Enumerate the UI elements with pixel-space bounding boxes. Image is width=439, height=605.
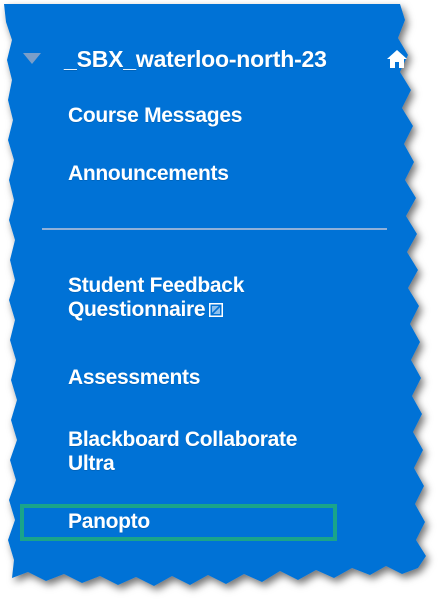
menu-item-student-feedback-questionnaire[interactable]: Student Feedback Questionnaire: [68, 274, 244, 322]
menu-item-announcements[interactable]: Announcements: [68, 162, 229, 186]
menu-item-assessments[interactable]: Assessments: [68, 366, 200, 390]
menu-item-label-line2: Questionnaire: [68, 298, 206, 321]
menu-item-label: Course Messages: [68, 104, 243, 127]
course-title[interactable]: _SBX_waterloo-north-23: [64, 46, 327, 73]
menu-item-label-line2-wrapper: Questionnaire: [68, 298, 244, 322]
course-menu-panel: _SBX_waterloo-north-23 Course Messages A…: [0, 0, 439, 605]
menu-item-label: Announcements: [68, 162, 229, 185]
menu-item-label-line1: Blackboard Collaborate: [68, 428, 298, 451]
home-icon[interactable]: [386, 48, 408, 70]
menu-item-panopto[interactable]: Panopto: [68, 510, 150, 534]
menu-divider: [42, 228, 387, 230]
external-link-icon: [209, 303, 224, 317]
menu-item-blackboard-collaborate-ultra[interactable]: Blackboard Collaborate Ultra: [68, 428, 297, 476]
screenshot-stage: _SBX_waterloo-north-23 Course Messages A…: [0, 0, 439, 605]
menu-item-label: Assessments: [68, 366, 201, 389]
menu-item-course-messages[interactable]: Course Messages: [68, 104, 242, 128]
menu-item-label: Panopto: [68, 510, 150, 533]
course-header[interactable]: _SBX_waterloo-north-23: [20, 40, 415, 80]
menu-item-label-line1: Student Feedback: [68, 274, 245, 297]
menu-item-label-line2: Ultra: [68, 452, 115, 475]
collapse-triangle-icon[interactable]: [23, 53, 41, 64]
